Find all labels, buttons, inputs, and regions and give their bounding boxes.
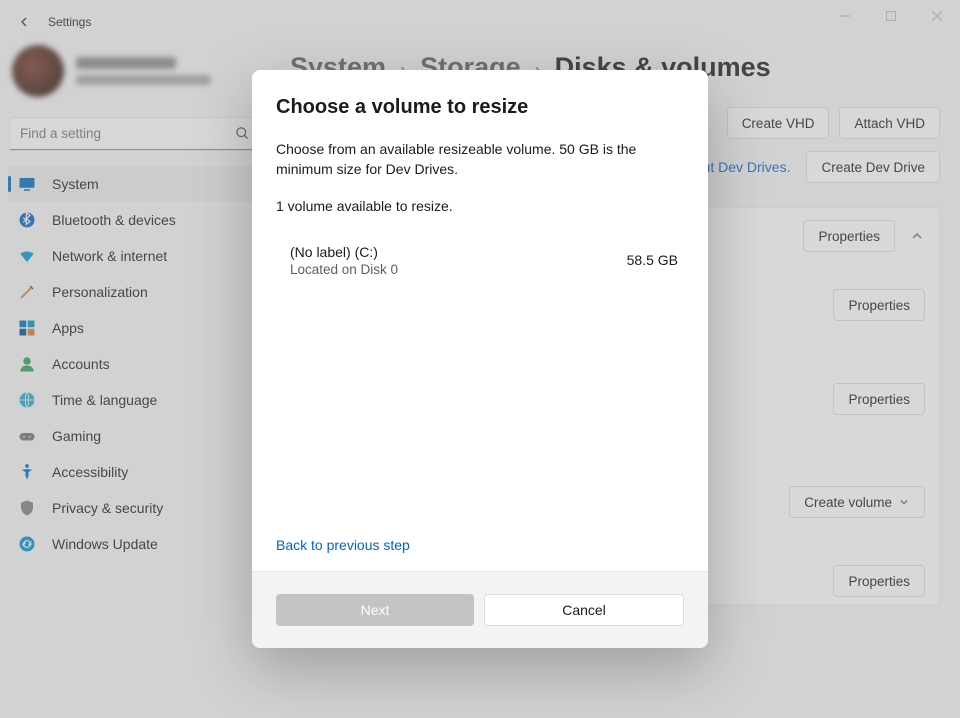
volume-option-location: Located on Disk 0	[290, 262, 398, 277]
cancel-button[interactable]: Cancel	[484, 594, 684, 626]
resize-volume-dialog: Choose a volume to resize Choose from an…	[252, 70, 708, 648]
volume-option-label: (No label) (C:)	[290, 244, 398, 260]
modal-overlay: Choose a volume to resize Choose from an…	[0, 0, 960, 718]
dialog-title: Choose a volume to resize	[276, 96, 684, 119]
dialog-status: 1 volume available to resize.	[276, 198, 684, 214]
dialog-footer: Next Cancel	[252, 571, 708, 648]
volume-option[interactable]: (No label) (C:) Located on Disk 0 58.5 G…	[276, 238, 684, 283]
dialog-description: Choose from an available resizeable volu…	[276, 139, 684, 180]
volume-option-size: 58.5 GB	[627, 252, 678, 268]
back-to-previous-link[interactable]: Back to previous step	[276, 537, 684, 553]
next-button[interactable]: Next	[276, 594, 474, 626]
